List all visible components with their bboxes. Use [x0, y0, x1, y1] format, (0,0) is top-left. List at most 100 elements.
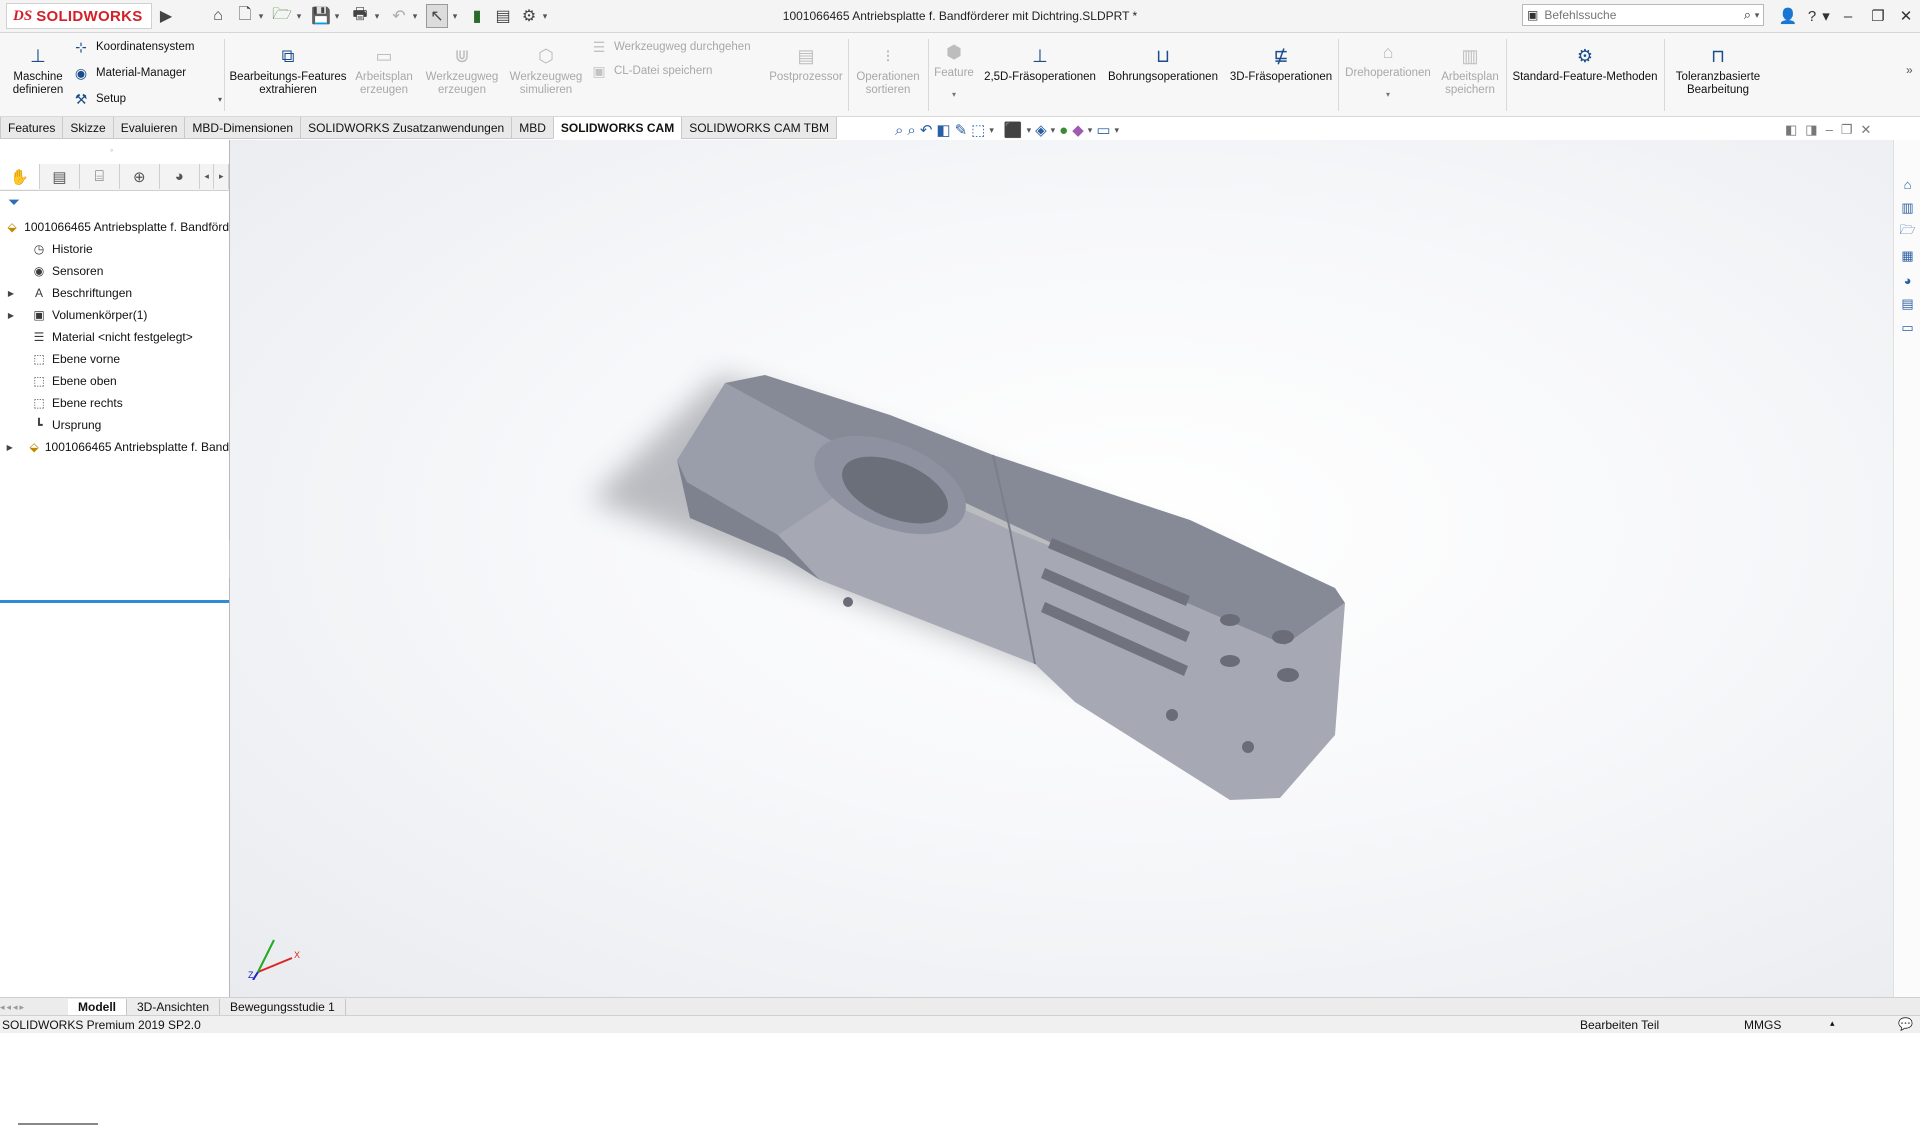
- tree-item[interactable]: ┗ Ursprung: [0, 414, 229, 436]
- toleranzbasierte-bearbeitung-button[interactable]: ⊓ Toleranzbasierte Bearbeitung: [1668, 45, 1768, 97]
- dreh-dropdown-icon[interactable]: ▾: [1386, 88, 1390, 101]
- tree-item[interactable]: ◷ Historie: [0, 238, 229, 260]
- feature-dropdown-icon[interactable]: ▾: [952, 88, 956, 101]
- apply-scene-icon[interactable]: ◆: [1072, 121, 1084, 139]
- select-dropdown-icon[interactable]: ▾: [450, 4, 460, 28]
- setup-button[interactable]: ⚒ Setup ▾: [72, 89, 222, 109]
- search-dropdown-icon[interactable]: ▾: [1751, 10, 1763, 21]
- appearances-icon[interactable]: ◕: [1898, 270, 1918, 290]
- setup-dropdown-icon[interactable]: ▾: [218, 95, 222, 104]
- zoom-to-area-icon[interactable]: ⌕: [907, 122, 915, 139]
- cl-datei-button[interactable]: ▣ CL-Datei speichern: [590, 61, 751, 81]
- undo-dropdown-icon[interactable]: ▾: [410, 4, 420, 28]
- tile-left-icon[interactable]: ◧: [1785, 122, 1797, 138]
- tree-item[interactable]: ⬚ Ebene rechts: [0, 392, 229, 414]
- filter-icon[interactable]: ⏷: [8, 194, 20, 211]
- feature-tree-tab-icon[interactable]: ✋: [0, 164, 40, 189]
- bottom-tab-modell[interactable]: Modell: [68, 999, 127, 1015]
- tab-features[interactable]: Features: [0, 117, 64, 139]
- graphics-area[interactable]: X Z: [230, 140, 1893, 997]
- tree-item[interactable]: ⬚ Ebene oben: [0, 370, 229, 392]
- display-style-icon[interactable]: ⬛: [1004, 121, 1023, 139]
- feature-button[interactable]: ⬢ Feature ▾: [932, 41, 976, 101]
- open-folder-icon[interactable]: 🗁: [270, 4, 294, 28]
- display-style-dropdown-icon[interactable]: ▾: [1027, 125, 1032, 136]
- dimxpert-tab-icon[interactable]: ⊕: [120, 164, 160, 189]
- open-dropdown-icon[interactable]: ▾: [294, 4, 304, 28]
- tree-item[interactable]: ▶ A Beschriftungen: [0, 282, 229, 304]
- print-icon[interactable]: 🖶: [348, 4, 372, 28]
- search-icon[interactable]: ⌕: [1744, 7, 1751, 23]
- close-icon[interactable]: ✕: [1894, 4, 1918, 28]
- solidworks-resources-icon[interactable]: ⌂: [1898, 174, 1918, 194]
- units-dropdown-icon[interactable]: ▴: [1830, 1018, 1835, 1029]
- print-dropdown-icon[interactable]: ▾: [372, 4, 382, 28]
- units-selector[interactable]: MMGS: [1744, 1018, 1781, 1032]
- bearbeitungs-features-button[interactable]: ⧉ Bearbeitungs-Features extrahieren: [228, 45, 348, 97]
- file-properties-icon[interactable]: ▤: [492, 4, 514, 28]
- flyout-menu-arrow-icon[interactable]: ▶: [158, 4, 174, 28]
- bohrung-button[interactable]: ⊔ Bohrungsoperationen: [1102, 45, 1224, 84]
- tab-skizze[interactable]: Skizze: [62, 117, 114, 139]
- save-dropdown-icon[interactable]: ▾: [332, 4, 342, 28]
- user-account-icon[interactable]: 👤: [1776, 4, 1800, 28]
- tab-mbd-dimensionen[interactable]: MBD-Dimensionen: [184, 117, 302, 139]
- restore-icon[interactable]: ❐: [1866, 4, 1890, 28]
- tab-navigation-arrows-icon[interactable]: ◂◂◂▸: [0, 1002, 68, 1013]
- options-gear-icon[interactable]: ⚙: [518, 4, 540, 28]
- forum-icon[interactable]: ▭: [1898, 318, 1918, 338]
- fraes-3d-button[interactable]: ⋢ 3D-Fräsoperationen: [1226, 45, 1336, 84]
- tree-root-part[interactable]: ⬙ 1001066465 Antriebsplatte f. Bandförd: [0, 216, 229, 238]
- new-dropdown-icon[interactable]: ▾: [256, 4, 266, 28]
- file-explorer-icon[interactable]: 🗁: [1898, 222, 1918, 242]
- expand-arrow-icon[interactable]: ▶: [6, 311, 16, 320]
- scene-dropdown-icon[interactable]: ▾: [1088, 125, 1093, 136]
- werkzeugweg-erzeugen-button[interactable]: ⋓ Werkzeugweg erzeugen: [420, 45, 504, 97]
- view-settings-icon[interactable]: ▭: [1096, 121, 1110, 139]
- solidworks-logo[interactable]: DS SOLIDWORKS: [6, 3, 152, 29]
- new-document-icon[interactable]: 🗋: [234, 4, 256, 28]
- expand-ribbon-icon[interactable]: »: [1906, 63, 1913, 77]
- dynamic-annotation-icon[interactable]: ✎: [955, 121, 968, 139]
- tab-solidworks-cam[interactable]: SOLIDWORKS CAM: [552, 117, 683, 139]
- tree-item[interactable]: ◉ Sensoren: [0, 260, 229, 282]
- view-orientation-icon[interactable]: ⬚: [971, 121, 985, 139]
- tabs-scroll-right-icon[interactable]: ▸: [214, 164, 230, 189]
- display-manager-tab-icon[interactable]: ◕: [160, 164, 200, 189]
- material-manager-button[interactable]: ◉ Material-Manager: [72, 63, 222, 83]
- hide-show-dropdown-icon[interactable]: ▾: [1051, 125, 1056, 136]
- previous-view-icon[interactable]: ↶: [920, 121, 933, 139]
- view-settings-dropdown-icon[interactable]: ▾: [1115, 125, 1120, 136]
- design-library-icon[interactable]: ▥: [1898, 198, 1918, 218]
- undo-icon[interactable]: ↶: [388, 4, 410, 28]
- property-manager-tab-icon[interactable]: ▤: [40, 164, 80, 189]
- werkzeugweg-simulieren-button[interactable]: ⬡ Werkzeugweg simulieren: [506, 45, 586, 97]
- standard-feature-methoden-button[interactable]: ⚙ Standard-Feature-Methoden: [1510, 45, 1660, 84]
- tab-solidworks-zusatzanwendungen[interactable]: SOLIDWORKS Zusatzanwendungen: [300, 117, 513, 139]
- bottom-tab-3d-ansichten[interactable]: 3D-Ansichten: [127, 999, 221, 1015]
- tree-item[interactable]: ▶ ▣ Volumenkörper(1): [0, 304, 229, 326]
- drag-handle-icon[interactable]: ◦: [110, 145, 113, 155]
- search-input[interactable]: [1542, 7, 1727, 23]
- quick-tips-icon[interactable]: 💬: [1898, 1017, 1913, 1031]
- section-view-icon[interactable]: ◧: [936, 121, 950, 139]
- expand-arrow-icon[interactable]: ▶: [6, 443, 13, 452]
- fraes-25d-button[interactable]: ⊥ 2,5D-Fräsoperationen: [980, 45, 1100, 84]
- expand-arrow-icon[interactable]: ▶: [6, 289, 16, 298]
- tree-item[interactable]: ☰ Material <nicht festgelegt>: [0, 326, 229, 348]
- edit-appearance-icon[interactable]: ●: [1059, 122, 1068, 139]
- options-dropdown-icon[interactable]: ▾: [540, 4, 550, 28]
- zoom-to-fit-icon[interactable]: ⌕: [895, 122, 903, 139]
- tab-mbd[interactable]: MBD: [511, 117, 554, 139]
- view-orientation-dropdown-icon[interactable]: ▾: [989, 125, 994, 136]
- arbeitsplan-speichern-button[interactable]: ▥ Arbeitsplan speichern: [1438, 45, 1502, 97]
- tabs-scroll-left-icon[interactable]: ◂: [200, 164, 215, 189]
- tree-item[interactable]: ⬚ Ebene vorne: [0, 348, 229, 370]
- hide-show-items-icon[interactable]: ◈: [1035, 121, 1047, 139]
- view-palette-icon[interactable]: ▦: [1898, 246, 1918, 266]
- select-cursor-icon[interactable]: ↖: [426, 4, 448, 28]
- tree-item[interactable]: ▶ ⬙ 1001066465 Antriebsplatte f. Band: [0, 436, 229, 458]
- minimize-icon[interactable]: –: [1836, 4, 1860, 28]
- postprozessor-button[interactable]: ▤ Postprozessor: [766, 45, 846, 84]
- custom-properties-icon[interactable]: ▤: [1898, 294, 1918, 314]
